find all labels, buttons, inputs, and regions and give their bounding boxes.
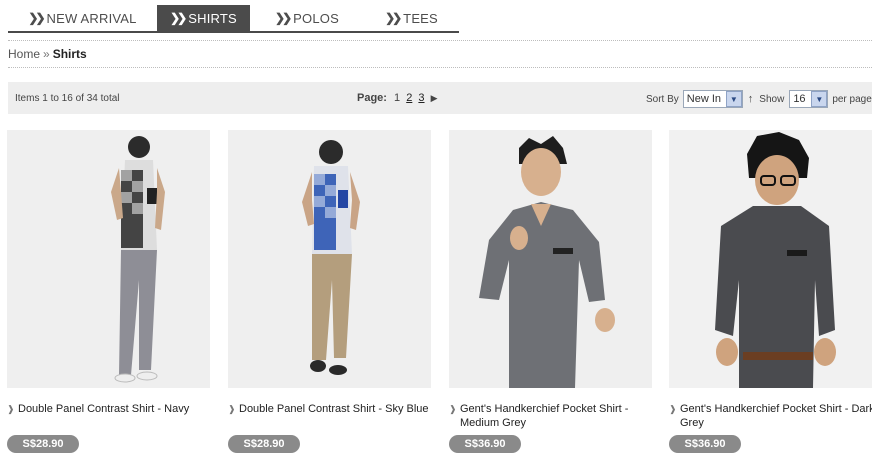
sort-value: New In <box>686 93 722 105</box>
double-chevron-icon: ❯❯ <box>170 11 187 25</box>
price-badge: S$28.90 <box>7 435 79 453</box>
pager: Page: 1 2 3 ▶ <box>357 92 438 104</box>
product-name[interactable]: ❱ Double Panel Contrast Shirt - Navy <box>7 402 218 416</box>
divider <box>8 67 872 68</box>
nav-label: TEES <box>403 10 438 26</box>
product-card: ❱ Double Panel Contrast Shirt - Navy S$2… <box>7 130 210 453</box>
price-badge: S$36.90 <box>449 435 521 453</box>
page-2-link[interactable]: 2 <box>406 92 412 104</box>
product-name-text: Double Panel Contrast Shirt - Sky Blue <box>239 403 429 415</box>
sort-controls: Sort By New In ▼ ↑ Show 16 ▼ per page <box>646 90 872 108</box>
nav-tees[interactable]: ❯❯ TEES <box>364 5 459 31</box>
arrow-up-icon[interactable]: ↑ <box>748 93 754 105</box>
nav-label: POLOS <box>293 10 339 26</box>
bullet-icon: ❱ <box>7 404 15 414</box>
divider <box>8 40 872 41</box>
product-card: ❱ Gent's Handkerchief Pocket Shirt - Med… <box>449 130 652 453</box>
product-card: ❱ Double Panel Contrast Shirt - Sky Blue… <box>228 130 431 453</box>
double-chevron-icon: ❯❯ <box>385 11 402 25</box>
breadcrumb-current: Shirts <box>52 47 87 61</box>
page-label: Page: <box>357 92 387 104</box>
nav-polos[interactable]: ❯❯ POLOS <box>250 5 364 31</box>
double-chevron-icon: ❯❯ <box>275 11 292 25</box>
product-image[interactable] <box>7 130 210 388</box>
product-image[interactable] <box>669 130 872 388</box>
top-nav: ❯❯ NEW ARRIVAL ❯❯ SHIRTS ❯❯ POLOS ❯❯ TEE… <box>8 5 459 33</box>
double-chevron-icon: ❯❯ <box>28 11 45 25</box>
sort-label: Sort By <box>646 93 679 105</box>
product-name[interactable]: ❱ Gent's Handkerchief Pocket Shirt - Med… <box>449 402 660 430</box>
show-label: Show <box>759 93 785 105</box>
page-1: 1 <box>394 92 401 104</box>
per-page-select[interactable]: 16 ▼ <box>789 90 829 108</box>
chevron-down-icon: ▼ <box>725 91 742 107</box>
nav-shirts[interactable]: ❯❯ SHIRTS <box>157 5 250 31</box>
triangle-right-icon[interactable]: ▶ <box>431 93 438 103</box>
bullet-icon: ❱ <box>228 404 236 414</box>
breadcrumb-home-link[interactable]: Home <box>8 47 40 61</box>
breadcrumb: Home» Shirts <box>8 47 87 61</box>
product-name[interactable]: ❱ Double Panel Contrast Shirt - Sky Blue <box>228 402 439 416</box>
product-image[interactable] <box>228 130 431 388</box>
product-name-text: Gent's Handkerchief Pocket Shirt - Mediu… <box>460 403 629 429</box>
per-page-label: per page <box>832 93 872 105</box>
nav-label: SHIRTS <box>188 10 237 26</box>
per-page-value: 16 <box>793 93 806 105</box>
product-name-text: Double Panel Contrast Shirt - Navy <box>18 403 190 415</box>
product-image[interactable] <box>449 130 652 388</box>
product-name-text: Gent's Handkerchief Pocket Shirt - Dark … <box>680 403 872 429</box>
items-count: Items 1 to 16 of 34 total <box>15 93 120 104</box>
nav-new-arrival[interactable]: ❯❯ NEW ARRIVAL <box>8 5 157 31</box>
price-badge: S$36.90 <box>669 435 741 453</box>
bullet-icon: ❱ <box>449 404 457 414</box>
product-card: ❱ Gent's Handkerchief Pocket Shirt - Dar… <box>669 130 872 453</box>
nav-label: NEW ARRIVAL <box>46 10 137 26</box>
listing-toolbar: Items 1 to 16 of 34 total Page: 1 2 3 ▶ … <box>8 82 872 114</box>
page-3-link[interactable]: 3 <box>418 92 424 104</box>
chevron-down-icon: ▼ <box>811 91 828 107</box>
breadcrumb-separator: » <box>43 47 50 61</box>
product-name[interactable]: ❱ Gent's Handkerchief Pocket Shirt - Dar… <box>669 402 872 430</box>
sort-select[interactable]: New In ▼ <box>682 90 743 108</box>
price-badge: S$28.90 <box>228 435 300 453</box>
bullet-icon: ❱ <box>669 404 677 414</box>
